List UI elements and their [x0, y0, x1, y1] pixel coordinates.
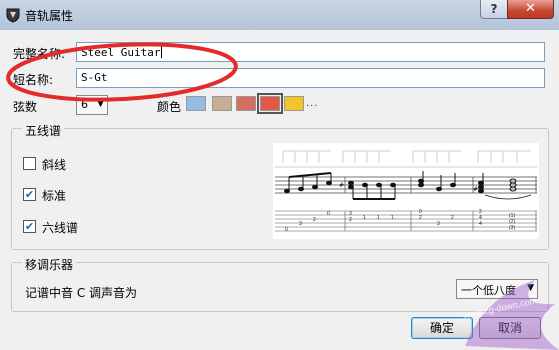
help-button[interactable]: ? [480, 0, 508, 19]
svg-text:2: 2 [419, 215, 422, 221]
slash-label: 斜线 [42, 158, 67, 172]
svg-text:3: 3 [437, 221, 440, 227]
color-swatch-2[interactable] [212, 96, 232, 111]
notation-preview: # # 0320 32 1 1 1 0232 244 (1)(2)(3) [273, 143, 539, 239]
octave-select[interactable]: 一个低八度 ▼ [456, 279, 538, 299]
strings-label: 弦数 [13, 100, 38, 114]
svg-text:1: 1 [377, 215, 380, 221]
transpose-group-title: 移调乐器 [22, 256, 77, 273]
color-swatch-4[interactable] [257, 93, 283, 114]
app-shield-icon [6, 8, 20, 23]
chevron-down-icon: ▼ [527, 283, 534, 293]
svg-text:(3): (3) [509, 225, 515, 231]
full-name-field[interactable]: Steel Guitar [76, 42, 545, 62]
window-title: 音轨属性 [25, 9, 74, 23]
checkmark-icon: ✔ [24, 188, 35, 201]
standard-label: 标准 [42, 189, 67, 203]
full-name-label: 完整名称: [13, 47, 66, 61]
svg-text:3: 3 [299, 221, 302, 227]
cancel-button[interactable]: 取消 [479, 317, 541, 339]
full-name-value: Steel Guitar [81, 46, 161, 59]
svg-text:0: 0 [327, 211, 330, 217]
text-caret [161, 45, 163, 58]
ok-button[interactable]: 确定 [411, 317, 473, 339]
staff-group-title: 五线谱 [22, 122, 65, 139]
color-swatch-5[interactable] [284, 96, 304, 111]
more-colors-button[interactable]: ... [306, 98, 319, 109]
color-label: 颜色 [157, 100, 182, 114]
short-name-field[interactable]: S-Gt [76, 68, 545, 88]
svg-text:4: 4 [479, 221, 482, 227]
tablature-checkbox[interactable]: ✔ [23, 220, 36, 233]
color-swatch-1[interactable] [186, 96, 206, 111]
standard-checkbox[interactable]: ✔ [23, 188, 36, 201]
strings-select[interactable]: 6 ▼ [76, 95, 108, 115]
color-swatch-3[interactable] [236, 96, 256, 111]
svg-text:#: # [339, 182, 344, 189]
close-button[interactable]: ✕ [507, 0, 554, 19]
tablature-label: 六线谱 [42, 221, 79, 235]
short-name-label: 短名称: [13, 73, 54, 87]
svg-text:2: 2 [451, 215, 454, 221]
svg-text:0: 0 [285, 227, 288, 233]
svg-text:#: # [473, 186, 478, 193]
svg-text:1: 1 [391, 215, 394, 221]
slash-checkbox[interactable] [23, 157, 36, 170]
checkmark-icon: ✔ [24, 220, 35, 233]
svg-text:1: 1 [363, 215, 366, 221]
title-bar: 音轨属性 ? ✕ [0, 0, 559, 30]
short-name-value: S-Gt [81, 71, 108, 84]
octave-value: 一个低八度 [461, 284, 516, 297]
chevron-down-icon: ▼ [97, 99, 104, 109]
svg-text:2: 2 [313, 217, 316, 223]
svg-text:2: 2 [349, 217, 352, 223]
strings-value: 6 [81, 98, 88, 111]
transpose-text: 记谱中音 C 调声音为 [25, 286, 138, 300]
